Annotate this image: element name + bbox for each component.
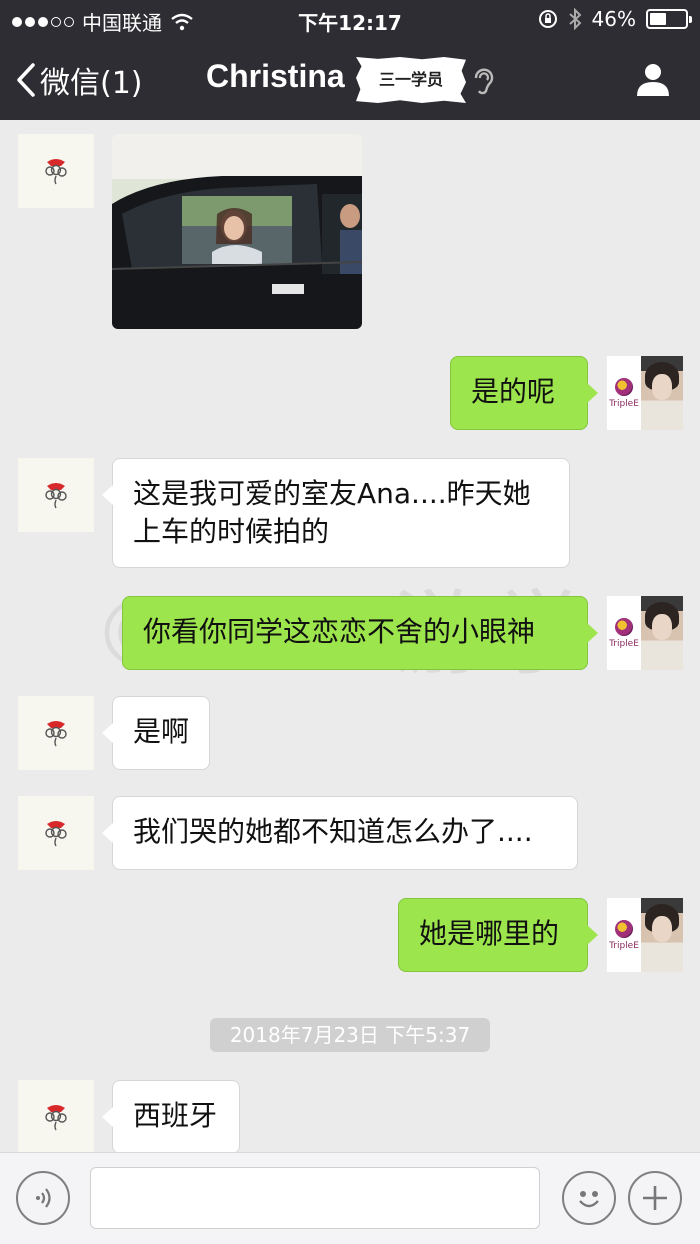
- battery-percent: 46%: [591, 7, 636, 31]
- message-bubble-incoming[interactable]: 这是我可爱的室友Ana....昨天她 上车的时候拍的: [102, 458, 570, 568]
- chat-header: 微信(1) Christina 三一学员: [0, 38, 700, 120]
- avatar[interactable]: TripleE: [607, 596, 683, 670]
- message-text: 是啊: [133, 715, 190, 748]
- message-photo[interactable]: [112, 134, 362, 329]
- message-text: 你看你同学这恋恋不舍的小眼神: [143, 615, 536, 648]
- plus-icon: [643, 1186, 667, 1210]
- back-button[interactable]: 微信(1): [16, 58, 143, 102]
- avatar[interactable]: [18, 458, 94, 532]
- message-text: 西班牙: [133, 1099, 218, 1132]
- contact-avatar-icon: [45, 821, 67, 847]
- avatar[interactable]: [18, 796, 94, 870]
- message-bubble-incoming[interactable]: 我们哭的她都不知道怎么办了....: [102, 796, 578, 870]
- contact-avatar-icon: [45, 721, 67, 747]
- user-portrait: [641, 356, 683, 430]
- user-portrait: [641, 596, 683, 670]
- name-tag-sticker: 三一学员: [356, 57, 466, 103]
- input-bar: [0, 1152, 700, 1244]
- chat-title: Christina: [206, 58, 345, 94]
- message-bubble-outgoing[interactable]: 她是哪里的: [398, 898, 598, 972]
- message-text: 她是哪里的: [419, 917, 560, 950]
- emoji-icon: [579, 1191, 599, 1208]
- chat-area[interactable]: ©三一游学 是的呢: [0, 120, 700, 1152]
- message-text-line: 上车的时候拍的: [133, 515, 330, 548]
- status-bar: 中国联通 下午12:17 46%: [0, 0, 700, 38]
- message-input[interactable]: [90, 1167, 540, 1229]
- voice-icon: [36, 1188, 51, 1208]
- battery-fill: [650, 13, 666, 25]
- battery-icon: [646, 9, 692, 29]
- message-text: 我们哭的她都不知道怎么办了....: [133, 815, 533, 848]
- message-text: 是的呢: [471, 375, 556, 408]
- user-portrait: [641, 898, 683, 972]
- avatar[interactable]: [18, 696, 94, 770]
- message-bubble-incoming[interactable]: 是啊: [102, 696, 210, 770]
- message-bubble-outgoing[interactable]: 你看你同学这恋恋不舍的小眼神: [122, 596, 598, 670]
- message-bubble-incoming[interactable]: 西班牙: [102, 1080, 240, 1152]
- rotation-lock-icon: [538, 10, 557, 28]
- avatar[interactable]: [18, 134, 94, 208]
- message-bubble-outgoing[interactable]: 是的呢: [450, 356, 598, 430]
- tripleE-logo: TripleE: [607, 356, 641, 430]
- add-button[interactable]: [628, 1171, 682, 1225]
- car-photo: [112, 134, 362, 329]
- message-text-line: 这是我可爱的室友Ana....昨天她: [133, 477, 531, 510]
- bluetooth-icon: [568, 8, 581, 30]
- avatar[interactable]: TripleE: [607, 356, 683, 430]
- message-timestamp: 2018年7月23日 下午5:37: [210, 1018, 490, 1052]
- tripleE-logo: TripleE: [607, 596, 641, 670]
- back-label: 微信(1): [40, 66, 143, 101]
- profile-icon[interactable]: [634, 60, 672, 98]
- avatar[interactable]: [18, 1080, 94, 1152]
- contact-avatar-icon: [45, 483, 67, 509]
- voice-button[interactable]: [16, 1171, 70, 1225]
- emoji-button[interactable]: [562, 1171, 616, 1225]
- status-right: 46%: [538, 7, 692, 31]
- contact-avatar-icon: [45, 1105, 67, 1131]
- chevron-left-icon: [17, 63, 35, 97]
- ear-icon: [474, 68, 494, 95]
- avatar[interactable]: TripleE: [607, 898, 683, 972]
- tripleE-logo: TripleE: [607, 898, 641, 972]
- contact-avatar-icon: [45, 159, 67, 185]
